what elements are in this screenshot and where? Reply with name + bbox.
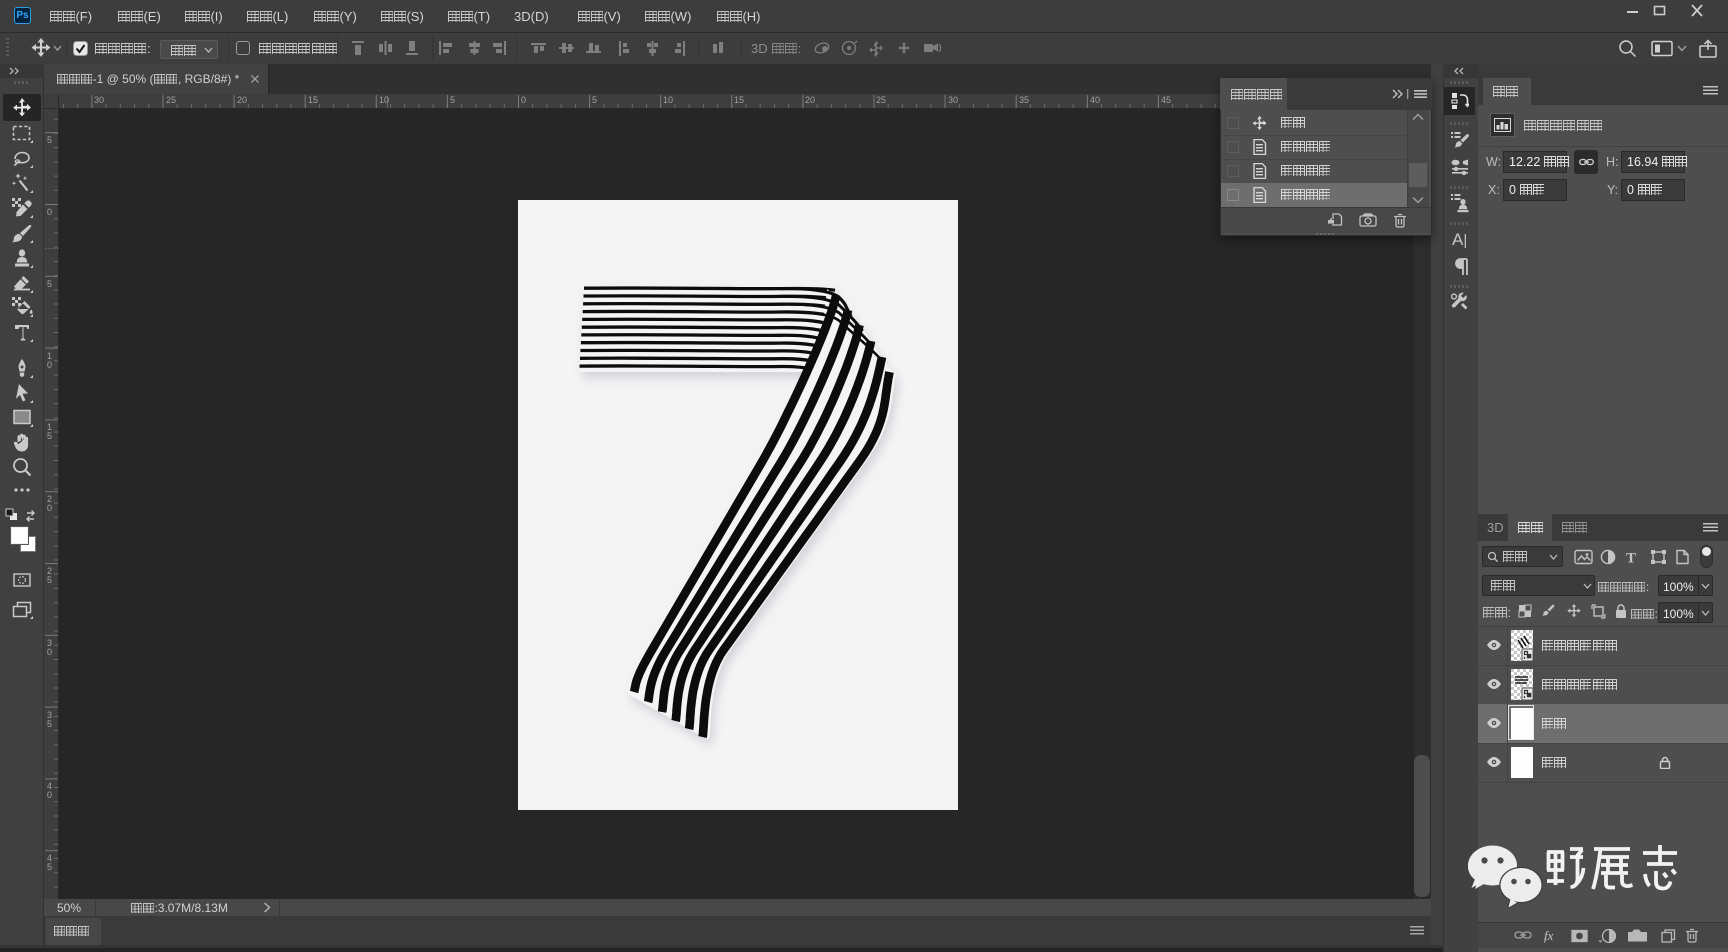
svg-text:10: 10 — [663, 95, 673, 105]
svg-text:5: 5 — [47, 279, 52, 289]
svg-text:5: 5 — [450, 95, 455, 105]
svg-text:20: 20 — [237, 95, 247, 105]
svg-text:45: 45 — [1161, 95, 1171, 105]
svg-text:5: 5 — [47, 431, 52, 441]
svg-text:5: 5 — [47, 575, 52, 585]
svg-text:25: 25 — [876, 95, 886, 105]
svg-text:25: 25 — [166, 95, 176, 105]
svg-text:0: 0 — [47, 647, 52, 657]
svg-text:T: T — [1626, 551, 1636, 567]
svg-text:20: 20 — [805, 95, 815, 105]
svg-text:15: 15 — [734, 95, 744, 105]
svg-text:5: 5 — [47, 862, 52, 872]
svg-text:5: 5 — [47, 719, 52, 729]
svg-text:0: 0 — [47, 207, 52, 217]
svg-text:30: 30 — [94, 95, 104, 105]
svg-text:5: 5 — [47, 135, 52, 145]
svg-text:5: 5 — [592, 95, 597, 105]
svg-text:15: 15 — [308, 95, 318, 105]
svg-text:40: 40 — [1090, 95, 1100, 105]
svg-text:0: 0 — [521, 95, 526, 105]
svg-text:0: 0 — [47, 360, 52, 370]
svg-text:0: 0 — [47, 503, 52, 513]
svg-text:35: 35 — [1019, 95, 1029, 105]
svg-text:0: 0 — [47, 790, 52, 800]
svg-text:30: 30 — [948, 95, 958, 105]
